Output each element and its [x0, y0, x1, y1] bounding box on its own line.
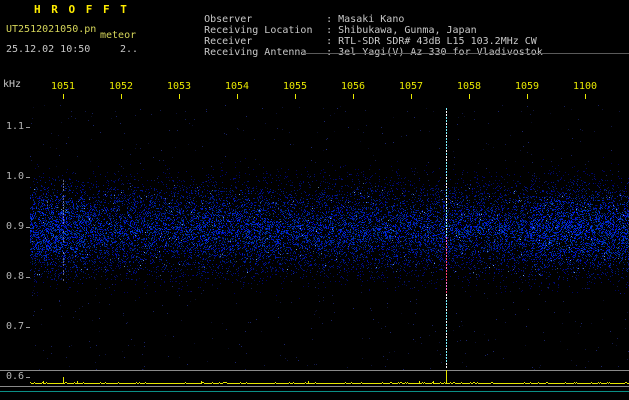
counter: 2.. [120, 45, 138, 55]
time-tick-mark [411, 94, 412, 99]
time-tick-mark [527, 94, 528, 99]
freq-axis-unit: kHz [3, 80, 21, 90]
time-tick-label: 1051 [51, 82, 75, 92]
time-tick-label: 1054 [225, 82, 249, 92]
freq-tick-label: 1.1 [2, 122, 24, 132]
time-tick-label: 1058 [457, 82, 481, 92]
hrofft-window: H R O F F T UT2512021050.pn meteor 25.12… [0, 0, 629, 400]
freq-tick-label: 1.0 [2, 172, 24, 182]
datetime: 25.12.02 10:50 [6, 45, 90, 55]
header-divider [303, 53, 629, 54]
time-tick-label: 1059 [515, 82, 539, 92]
time-tick-label: 1057 [399, 82, 423, 92]
time-tick-label: 1100 [573, 82, 597, 92]
freq-tick-label: 0.7 [2, 322, 24, 332]
time-tick-label: 1052 [109, 82, 133, 92]
time-tick-label: 1053 [167, 82, 191, 92]
freq-tick-label: 0.9 [2, 222, 24, 232]
time-tick-mark [121, 94, 122, 99]
app-title: H R O F F T [34, 5, 129, 15]
time-tick-mark [295, 94, 296, 99]
spectrogram-canvas [30, 105, 629, 370]
time-tick-mark [469, 94, 470, 99]
time-tick-label: 1056 [341, 82, 365, 92]
time-tick-label: 1055 [283, 82, 307, 92]
time-tick-mark [179, 94, 180, 99]
time-tick-mark [63, 94, 64, 99]
time-tick-mark [585, 94, 586, 99]
freq-tick-label: 0.8 [2, 272, 24, 282]
observation-mode: meteor [100, 31, 136, 41]
filename: UT2512021050.pn [6, 25, 96, 35]
time-tick-mark [353, 94, 354, 99]
time-tick-mark [237, 94, 238, 99]
signal-trace-canvas [0, 368, 629, 388]
baseline-indicator-line [0, 391, 629, 392]
